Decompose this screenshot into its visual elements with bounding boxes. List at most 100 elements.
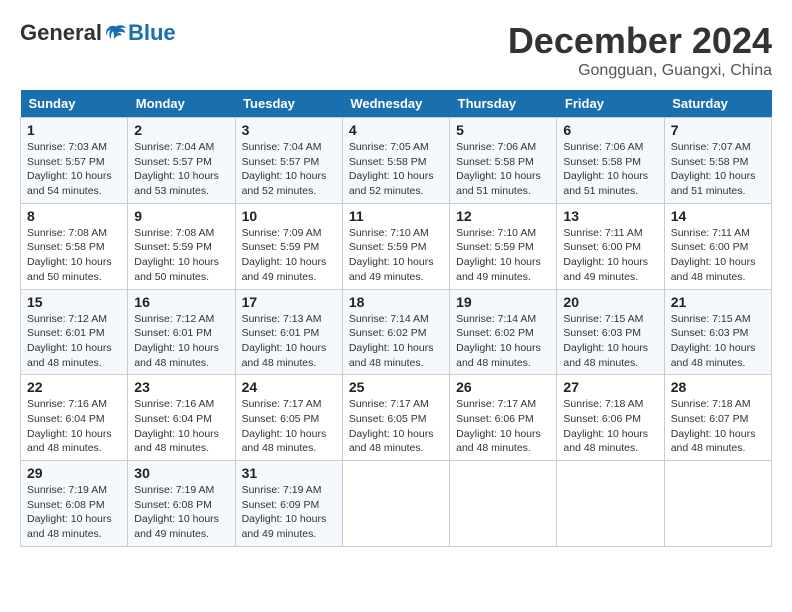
day-info: Sunrise: 7:05 AMSunset: 5:58 PMDaylight:… bbox=[349, 141, 434, 197]
day-info: Sunrise: 7:12 AMSunset: 6:01 PMDaylight:… bbox=[27, 313, 112, 369]
day-info: Sunrise: 7:19 AMSunset: 6:09 PMDaylight:… bbox=[242, 484, 327, 540]
calendar-day-cell: 26 Sunrise: 7:17 AMSunset: 6:06 PMDaylig… bbox=[450, 375, 557, 461]
calendar-header-row: Sunday Monday Tuesday Wednesday Thursday… bbox=[21, 90, 772, 118]
day-info: Sunrise: 7:09 AMSunset: 5:59 PMDaylight:… bbox=[242, 227, 327, 283]
day-info: Sunrise: 7:13 AMSunset: 6:01 PMDaylight:… bbox=[242, 313, 327, 369]
day-info: Sunrise: 7:19 AMSunset: 6:08 PMDaylight:… bbox=[134, 484, 219, 540]
day-number: 28 bbox=[671, 379, 765, 395]
calendar-week-row: 1 Sunrise: 7:03 AMSunset: 5:57 PMDayligh… bbox=[21, 118, 772, 204]
calendar-day-cell: 12 Sunrise: 7:10 AMSunset: 5:59 PMDaylig… bbox=[450, 203, 557, 289]
calendar-day-cell: 6 Sunrise: 7:06 AMSunset: 5:58 PMDayligh… bbox=[557, 118, 664, 204]
day-info: Sunrise: 7:17 AMSunset: 6:06 PMDaylight:… bbox=[456, 398, 541, 454]
calendar-day-cell: 7 Sunrise: 7:07 AMSunset: 5:58 PMDayligh… bbox=[664, 118, 771, 204]
day-info: Sunrise: 7:18 AMSunset: 6:07 PMDaylight:… bbox=[671, 398, 756, 454]
day-number: 1 bbox=[27, 122, 121, 138]
calendar-day-cell: 25 Sunrise: 7:17 AMSunset: 6:05 PMDaylig… bbox=[342, 375, 449, 461]
col-wednesday: Wednesday bbox=[342, 90, 449, 118]
calendar-week-row: 22 Sunrise: 7:16 AMSunset: 6:04 PMDaylig… bbox=[21, 375, 772, 461]
day-number: 3 bbox=[242, 122, 336, 138]
day-info: Sunrise: 7:11 AMSunset: 6:00 PMDaylight:… bbox=[671, 227, 756, 283]
col-saturday: Saturday bbox=[664, 90, 771, 118]
day-number: 4 bbox=[349, 122, 443, 138]
calendar-day-cell: 9 Sunrise: 7:08 AMSunset: 5:59 PMDayligh… bbox=[128, 203, 235, 289]
calendar-week-row: 8 Sunrise: 7:08 AMSunset: 5:58 PMDayligh… bbox=[21, 203, 772, 289]
logo-general-text: General bbox=[20, 20, 102, 46]
day-info: Sunrise: 7:16 AMSunset: 6:04 PMDaylight:… bbox=[134, 398, 219, 454]
calendar-day-cell: 23 Sunrise: 7:16 AMSunset: 6:04 PMDaylig… bbox=[128, 375, 235, 461]
day-number: 26 bbox=[456, 379, 550, 395]
day-info: Sunrise: 7:03 AMSunset: 5:57 PMDaylight:… bbox=[27, 141, 112, 197]
calendar-day-cell: 28 Sunrise: 7:18 AMSunset: 6:07 PMDaylig… bbox=[664, 375, 771, 461]
calendar-day-cell: 15 Sunrise: 7:12 AMSunset: 6:01 PMDaylig… bbox=[21, 289, 128, 375]
calendar-day-cell: 31 Sunrise: 7:19 AMSunset: 6:09 PMDaylig… bbox=[235, 461, 342, 547]
calendar-week-row: 29 Sunrise: 7:19 AMSunset: 6:08 PMDaylig… bbox=[21, 461, 772, 547]
calendar-day-cell: 10 Sunrise: 7:09 AMSunset: 5:59 PMDaylig… bbox=[235, 203, 342, 289]
logo-bird-icon bbox=[104, 21, 128, 45]
col-thursday: Thursday bbox=[450, 90, 557, 118]
day-info: Sunrise: 7:06 AMSunset: 5:58 PMDaylight:… bbox=[456, 141, 541, 197]
calendar-day-cell: 11 Sunrise: 7:10 AMSunset: 5:59 PMDaylig… bbox=[342, 203, 449, 289]
title-area: December 2024 Gongguan, Guangxi, China bbox=[508, 20, 772, 80]
calendar-day-cell: 17 Sunrise: 7:13 AMSunset: 6:01 PMDaylig… bbox=[235, 289, 342, 375]
calendar-day-cell: 2 Sunrise: 7:04 AMSunset: 5:57 PMDayligh… bbox=[128, 118, 235, 204]
day-number: 10 bbox=[242, 208, 336, 224]
day-info: Sunrise: 7:12 AMSunset: 6:01 PMDaylight:… bbox=[134, 313, 219, 369]
day-info: Sunrise: 7:15 AMSunset: 6:03 PMDaylight:… bbox=[563, 313, 648, 369]
calendar-day-cell: 4 Sunrise: 7:05 AMSunset: 5:58 PMDayligh… bbox=[342, 118, 449, 204]
day-number: 14 bbox=[671, 208, 765, 224]
col-tuesday: Tuesday bbox=[235, 90, 342, 118]
calendar-day-cell: 30 Sunrise: 7:19 AMSunset: 6:08 PMDaylig… bbox=[128, 461, 235, 547]
day-number: 23 bbox=[134, 379, 228, 395]
col-sunday: Sunday bbox=[21, 90, 128, 118]
col-monday: Monday bbox=[128, 90, 235, 118]
calendar-day-cell: 20 Sunrise: 7:15 AMSunset: 6:03 PMDaylig… bbox=[557, 289, 664, 375]
day-number: 15 bbox=[27, 294, 121, 310]
day-info: Sunrise: 7:14 AMSunset: 6:02 PMDaylight:… bbox=[349, 313, 434, 369]
day-info: Sunrise: 7:10 AMSunset: 5:59 PMDaylight:… bbox=[456, 227, 541, 283]
calendar-day-cell: 24 Sunrise: 7:17 AMSunset: 6:05 PMDaylig… bbox=[235, 375, 342, 461]
calendar-day-cell: 22 Sunrise: 7:16 AMSunset: 6:04 PMDaylig… bbox=[21, 375, 128, 461]
empty-cell bbox=[450, 461, 557, 547]
calendar-day-cell: 14 Sunrise: 7:11 AMSunset: 6:00 PMDaylig… bbox=[664, 203, 771, 289]
day-number: 19 bbox=[456, 294, 550, 310]
day-info: Sunrise: 7:06 AMSunset: 5:58 PMDaylight:… bbox=[563, 141, 648, 197]
logo-blue-text: Blue bbox=[128, 20, 176, 46]
day-number: 7 bbox=[671, 122, 765, 138]
calendar-day-cell: 8 Sunrise: 7:08 AMSunset: 5:58 PMDayligh… bbox=[21, 203, 128, 289]
day-info: Sunrise: 7:17 AMSunset: 6:05 PMDaylight:… bbox=[242, 398, 327, 454]
calendar-day-cell: 16 Sunrise: 7:12 AMSunset: 6:01 PMDaylig… bbox=[128, 289, 235, 375]
day-info: Sunrise: 7:10 AMSunset: 5:59 PMDaylight:… bbox=[349, 227, 434, 283]
day-number: 30 bbox=[134, 465, 228, 481]
day-info: Sunrise: 7:16 AMSunset: 6:04 PMDaylight:… bbox=[27, 398, 112, 454]
col-friday: Friday bbox=[557, 90, 664, 118]
day-info: Sunrise: 7:19 AMSunset: 6:08 PMDaylight:… bbox=[27, 484, 112, 540]
day-number: 21 bbox=[671, 294, 765, 310]
logo: General Blue bbox=[20, 20, 176, 46]
calendar-day-cell: 1 Sunrise: 7:03 AMSunset: 5:57 PMDayligh… bbox=[21, 118, 128, 204]
location-title: Gongguan, Guangxi, China bbox=[508, 62, 772, 80]
empty-cell bbox=[557, 461, 664, 547]
day-number: 25 bbox=[349, 379, 443, 395]
day-info: Sunrise: 7:08 AMSunset: 5:59 PMDaylight:… bbox=[134, 227, 219, 283]
day-info: Sunrise: 7:18 AMSunset: 6:06 PMDaylight:… bbox=[563, 398, 648, 454]
day-number: 17 bbox=[242, 294, 336, 310]
day-number: 24 bbox=[242, 379, 336, 395]
calendar-table: Sunday Monday Tuesday Wednesday Thursday… bbox=[20, 90, 772, 547]
day-number: 2 bbox=[134, 122, 228, 138]
calendar-day-cell: 27 Sunrise: 7:18 AMSunset: 6:06 PMDaylig… bbox=[557, 375, 664, 461]
day-number: 20 bbox=[563, 294, 657, 310]
day-number: 12 bbox=[456, 208, 550, 224]
day-number: 6 bbox=[563, 122, 657, 138]
day-info: Sunrise: 7:17 AMSunset: 6:05 PMDaylight:… bbox=[349, 398, 434, 454]
day-info: Sunrise: 7:11 AMSunset: 6:00 PMDaylight:… bbox=[563, 227, 648, 283]
empty-cell bbox=[342, 461, 449, 547]
day-number: 8 bbox=[27, 208, 121, 224]
calendar-day-cell: 5 Sunrise: 7:06 AMSunset: 5:58 PMDayligh… bbox=[450, 118, 557, 204]
day-number: 11 bbox=[349, 208, 443, 224]
day-info: Sunrise: 7:04 AMSunset: 5:57 PMDaylight:… bbox=[134, 141, 219, 197]
calendar-day-cell: 18 Sunrise: 7:14 AMSunset: 6:02 PMDaylig… bbox=[342, 289, 449, 375]
day-number: 18 bbox=[349, 294, 443, 310]
day-number: 27 bbox=[563, 379, 657, 395]
month-title: December 2024 bbox=[508, 20, 772, 62]
empty-cell bbox=[664, 461, 771, 547]
